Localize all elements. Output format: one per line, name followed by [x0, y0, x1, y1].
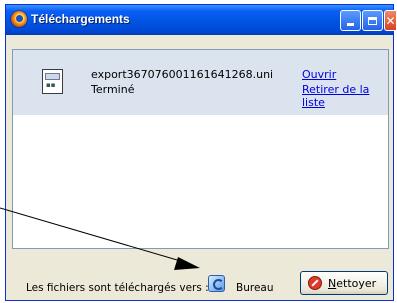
- clean-up-button[interactable]: Nettoyer: [300, 271, 388, 295]
- remove-from-list-link[interactable]: Retirer de la liste: [302, 83, 388, 109]
- minimize-button[interactable]: [340, 10, 361, 31]
- minimize-icon: [347, 23, 354, 26]
- downloads-window: Téléchargements ✕ export3670760011616412…: [5, 4, 396, 301]
- title-bar[interactable]: Téléchargements ✕: [6, 5, 396, 35]
- download-folder-name[interactable]: Bureau: [236, 282, 274, 294]
- clean-up-label: Nettoyer: [328, 277, 377, 290]
- close-icon: ✕: [385, 13, 396, 28]
- desktop-folder-icon[interactable]: [208, 275, 225, 292]
- file-icon: [42, 69, 63, 94]
- maximize-button[interactable]: [362, 10, 383, 31]
- close-button[interactable]: ✕: [384, 10, 396, 31]
- download-location-label: Les fichiers sont téléchargés vers :: [26, 282, 209, 294]
- download-item[interactable]: export367076001161641268.uni Terminé Ouv…: [13, 50, 388, 115]
- downloads-list[interactable]: export367076001161641268.uni Terminé Ouv…: [12, 49, 389, 249]
- firefox-icon: [11, 11, 27, 27]
- download-status: Terminé: [91, 83, 135, 96]
- maximize-icon: [368, 16, 377, 25]
- window-title: Téléchargements: [31, 12, 130, 26]
- open-link[interactable]: Ouvrir: [302, 68, 336, 81]
- stop-icon: [308, 276, 322, 290]
- download-filename: export367076001161641268.uni: [91, 68, 274, 81]
